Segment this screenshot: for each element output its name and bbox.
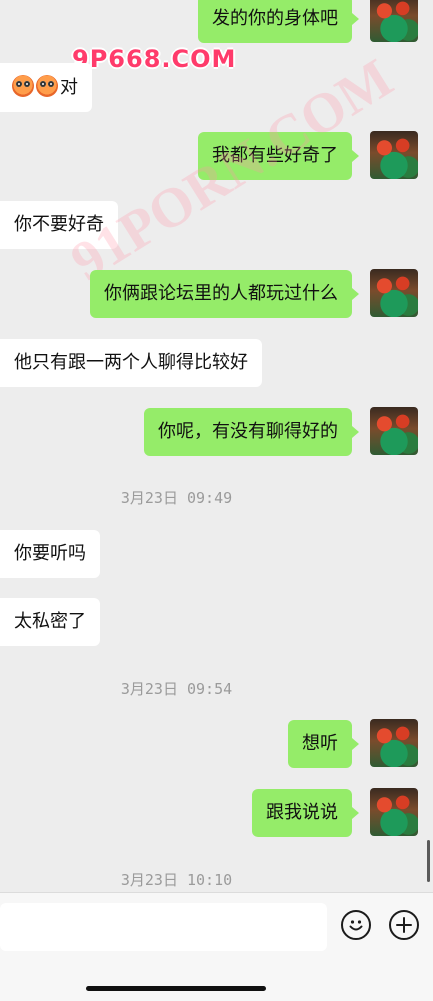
watermark: 9P668.COM (72, 45, 237, 73)
plus-icon[interactable] (389, 910, 419, 940)
message-text: 你要听吗 (14, 543, 86, 564)
avatar[interactable] (370, 719, 418, 767)
timestamp: 3月23日 09:49 (120, 489, 233, 507)
timestamp: 3月23日 10:10 (120, 871, 233, 889)
message-bubble-out[interactable]: 你俩跟论坛里的人都玩过什么 (90, 270, 359, 318)
emoji-glyph (349, 920, 363, 931)
message-bubble-in[interactable]: 太私密了 (0, 598, 100, 646)
message-text: 太私密了 (14, 611, 86, 632)
message-bubble-out[interactable]: 想听 (288, 720, 359, 768)
message-bubble-out[interactable]: 发的你的身体吧 (198, 0, 359, 43)
avatar[interactable] (370, 0, 418, 42)
message-text: 跟我说说 (266, 802, 338, 823)
message-text: 发的你的身体吧 (212, 8, 338, 29)
chat-area[interactable]: 发的你的身体吧 9P668.COM 对 我都有些好奇了 你不要好奇 91PORN… (0, 0, 433, 892)
message-bubble-out[interactable]: 你呢，有没有聊得好的 (144, 408, 359, 456)
watermark-diagonal: 91PORN.COM (60, 47, 404, 294)
message-bubble-in[interactable]: 他只有跟一两个人聊得比较好 (0, 339, 262, 387)
avatar[interactable] (370, 131, 418, 179)
message-text: 你俩跟论坛里的人都玩过什么 (104, 283, 338, 304)
avatar[interactable] (370, 788, 418, 836)
message-bubble-out[interactable]: 跟我说说 (252, 789, 359, 837)
emoji-icon[interactable] (341, 910, 371, 940)
plus-glyph (396, 917, 412, 933)
message-input[interactable] (0, 903, 327, 951)
avatar[interactable] (370, 407, 418, 455)
home-indicator[interactable] (86, 986, 266, 991)
message-bubble-in[interactable]: 对 (0, 63, 92, 112)
timestamp: 3月23日 09:54 (120, 680, 233, 698)
emoji-face-icon (36, 75, 58, 97)
message-text: 他只有跟一两个人聊得比较好 (14, 352, 248, 373)
message-text: 你呢，有没有聊得好的 (158, 421, 338, 442)
emoji-face-icon (12, 75, 34, 97)
message-bubble-in[interactable]: 你要听吗 (0, 530, 100, 578)
message-text: 对 (60, 77, 78, 98)
avatar[interactable] (370, 269, 418, 317)
input-bar (0, 892, 433, 1001)
scrollbar[interactable] (427, 840, 430, 882)
message-text: 想听 (302, 733, 338, 754)
